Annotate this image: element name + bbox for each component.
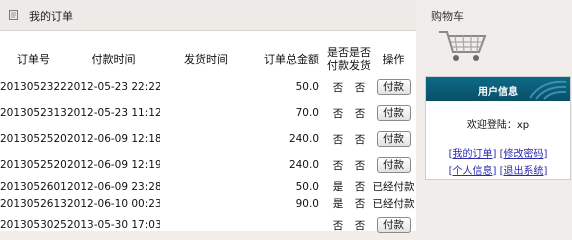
- cart-title: 购物车: [431, 10, 464, 23]
- username: xp: [516, 120, 530, 131]
- table-row: 201305261320 2012-06-10 00:23:03 90.0 是 …: [0, 195, 416, 212]
- pay-button[interactable]: 付款: [376, 105, 411, 121]
- page-title: 我的订单: [29, 10, 73, 23]
- user-info-header: 用户信息: [426, 77, 570, 101]
- document-icon: [9, 10, 18, 20]
- order-number: 20130525203: [0, 159, 67, 171]
- order-number: 201305261320: [0, 197, 67, 210]
- column-header-pay-time: 付款时间: [91, 52, 136, 66]
- user-links-row: [我的订单] [修改密码]: [448, 149, 548, 160]
- column-header-total: 订单总金额: [264, 52, 319, 66]
- user-links-row: [个人信息] [退出系统]: [448, 166, 548, 177]
- paid-label: 已经付款: [372, 181, 415, 193]
- ship-time: [160, 178, 252, 195]
- order-total: [252, 212, 327, 238]
- ship-time: [160, 212, 252, 238]
- paid-status: 否: [332, 133, 344, 146]
- pay-time: 2012-06-09 23:28:07: [67, 180, 160, 193]
- welcome-message: 欢迎登陆：xp: [426, 116, 570, 131]
- table-row: 20130525203 2012-06-09 12:19:07 240.0 否 …: [0, 152, 416, 178]
- table-row: 201305232253 2012-05-23 22:22:22 50.0 否 …: [0, 74, 416, 100]
- column-header-shipped: 是否发货: [349, 46, 371, 72]
- order-total: 70.0: [295, 107, 319, 119]
- orders-header: 我的订单: [0, 0, 416, 31]
- order-total: 50.0: [295, 81, 319, 93]
- shipped-status: 否: [354, 133, 366, 146]
- shipped-status: 否: [354, 219, 366, 232]
- user-info-title: 用户信息: [478, 87, 518, 98]
- order-total: 240.0: [288, 159, 319, 171]
- order-total: 90.0: [295, 197, 319, 210]
- order-number: 201305231354: [0, 107, 67, 119]
- column-header-action: 操作: [382, 52, 405, 66]
- pay-time: 2012-06-10 00:23:03: [67, 197, 160, 210]
- order-number: 201305252095: [0, 133, 67, 145]
- ship-time: [160, 152, 252, 178]
- shipped-status: 否: [354, 181, 366, 193]
- shipped-status: 否: [354, 198, 366, 210]
- column-header-paid: 是否付款: [327, 46, 349, 72]
- pay-time: 2012-06-09 12:19:07: [67, 159, 160, 171]
- logout-link[interactable]: 退出系统: [504, 166, 544, 177]
- shipped-status: 否: [354, 159, 366, 172]
- paid-label: 已经付款: [372, 198, 415, 210]
- column-header-ship-time: 发货时间: [184, 52, 228, 66]
- ship-time: [160, 74, 252, 100]
- ship-time: [160, 195, 252, 212]
- paid-status: 否: [332, 219, 344, 232]
- welcome-prefix: 欢迎登陆：: [466, 120, 517, 131]
- column-header-order-no: 订单号: [17, 52, 50, 66]
- orders-table: 订单号 付款时间 发货时间 订单总金额 是否付款 是否发货 操作 2013052…: [0, 44, 416, 238]
- order-number: 201305302557: [0, 219, 67, 231]
- paid-status: 否: [332, 81, 344, 94]
- paid-status: 是: [332, 181, 344, 193]
- shipped-status: 否: [354, 107, 366, 120]
- shopping-cart-icon[interactable]: [433, 24, 493, 64]
- shipped-status: 否: [354, 81, 366, 94]
- change-password-link[interactable]: 修改密码: [504, 149, 544, 160]
- pay-button[interactable]: 付款: [376, 217, 411, 233]
- table-header-row: 订单号 付款时间 发货时间 订单总金额 是否付款 是否发货 操作: [0, 44, 416, 74]
- pay-time: 2012-06-09 12:18:11: [67, 133, 160, 145]
- pay-time: 2012-05-23 11:12:34: [67, 107, 160, 119]
- paid-status: 是: [332, 198, 344, 210]
- order-total: 240.0: [288, 133, 319, 145]
- ship-time: [160, 126, 252, 152]
- table-row: 201305302557 2013-05-30 17:03:01 否 否 付款: [0, 212, 416, 238]
- order-number: 201305260130: [0, 180, 67, 193]
- paid-status: 否: [332, 107, 344, 120]
- order-number: 201305232253: [0, 81, 67, 93]
- pay-button[interactable]: 付款: [376, 157, 411, 173]
- my-orders-link[interactable]: 我的订单: [453, 149, 493, 160]
- cart-panel: 购物车: [425, 0, 568, 70]
- user-info-panel: 用户信息 欢迎登陆：xp [我的订单] [修改密码] [个人信息] [退出系统]: [425, 76, 571, 180]
- pay-button[interactable]: 付款: [376, 131, 411, 147]
- ship-time: [160, 100, 252, 126]
- pay-time: 2012-05-23 22:22:22: [67, 81, 160, 93]
- pay-button[interactable]: 付款: [376, 79, 411, 95]
- table-row: 201305260130 2012-06-09 23:28:07 50.0 是 …: [0, 178, 416, 195]
- paid-status: 否: [332, 159, 344, 172]
- orders-panel: 我的订单 订单号 付款时间 发货时间 订单总金额 是否付款 是否发货 操作 20…: [0, 0, 416, 233]
- table-row: 201305231354 2012-05-23 11:12:34 70.0 否 …: [0, 100, 416, 126]
- pay-time: 2013-05-30 17:03:01: [67, 219, 160, 231]
- order-total: 50.0: [295, 180, 319, 193]
- personal-info-link[interactable]: 个人信息: [453, 166, 493, 177]
- table-row: 201305252095 2012-06-09 12:18:11 240.0 否…: [0, 126, 416, 152]
